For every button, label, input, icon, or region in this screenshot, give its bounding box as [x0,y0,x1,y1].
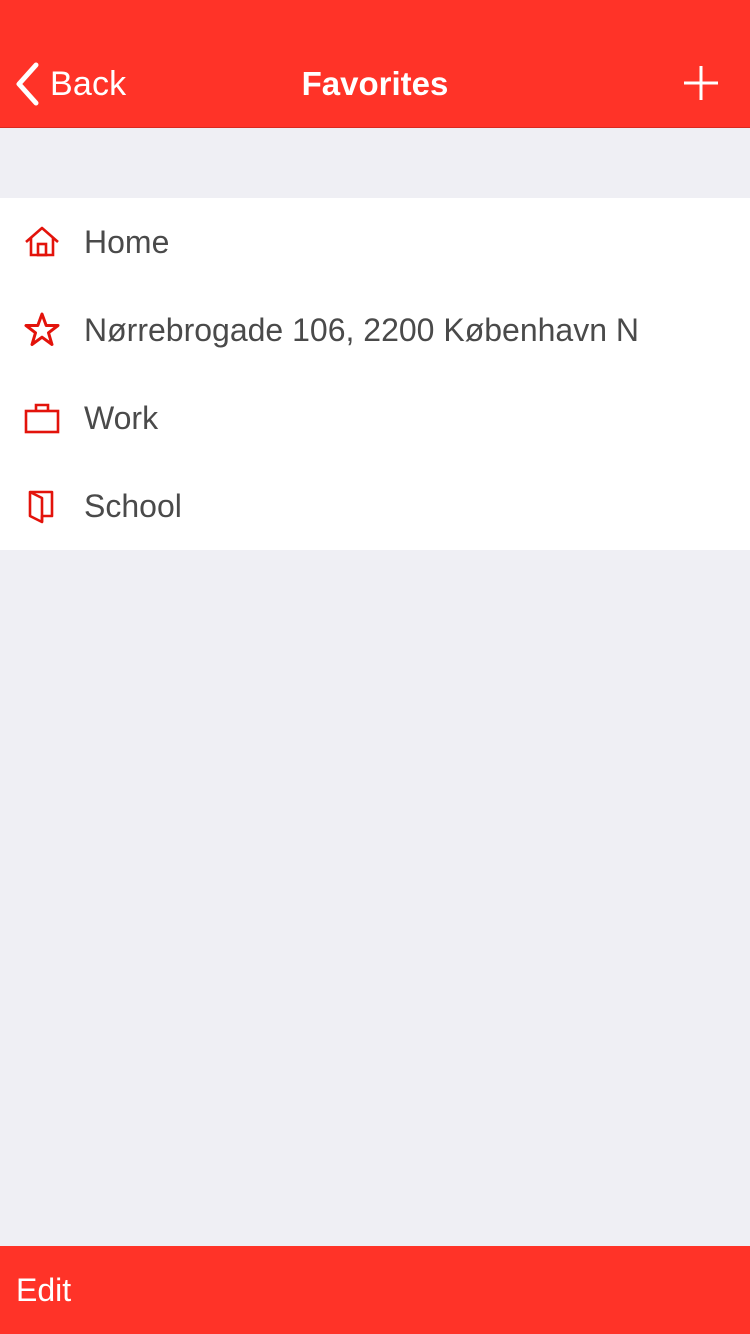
favorite-label: School [84,487,182,524]
star-icon [24,312,60,348]
edit-button[interactable]: Edit [16,1246,71,1334]
favorite-label: Home [84,223,170,260]
add-button[interactable] [682,64,720,102]
home-icon [24,224,60,260]
favorite-item-home[interactable]: Home [0,198,750,286]
favorite-label: Nørrebrogade 106, 2200 København N [84,311,640,348]
favorites-list: Home Nørrebrogade 106, 2200 København N … [0,198,750,550]
navigation-bar: Back Favorites [0,0,750,128]
favorite-item-school[interactable]: School [0,462,750,550]
bottom-toolbar: Edit [0,1246,750,1334]
book-icon [24,488,60,524]
favorite-item-address[interactable]: Nørrebrogade 106, 2200 København N [0,286,750,374]
briefcase-icon [24,400,60,436]
page-title: Favorites [301,65,449,102]
plus-icon [682,66,720,106]
favorite-label: Work [84,399,159,436]
favorite-item-work[interactable]: Work [0,374,750,462]
